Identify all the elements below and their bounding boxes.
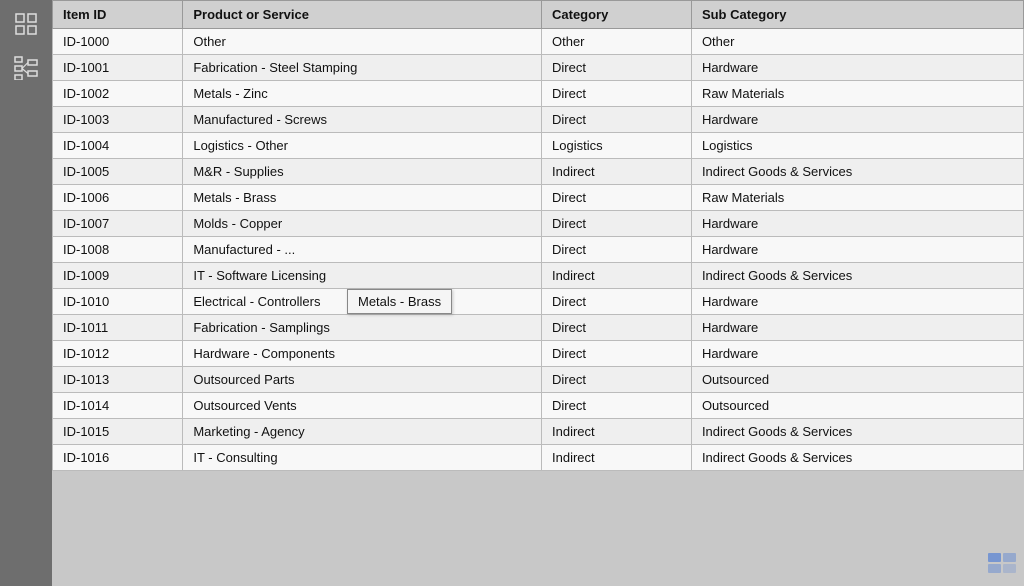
cell-3: Hardware xyxy=(691,341,1023,367)
cell-3: Indirect Goods & Services xyxy=(691,445,1023,471)
cell-0: ID-1007 xyxy=(53,211,183,237)
cell-2: Indirect xyxy=(542,445,692,471)
cell-1: Outsourced Parts xyxy=(183,367,542,393)
cell-3: Hardware xyxy=(691,55,1023,81)
cell-3: Outsourced xyxy=(691,393,1023,419)
cell-2: Direct xyxy=(542,81,692,107)
cell-1: Marketing - Agency xyxy=(183,419,542,445)
cell-0: ID-1013 xyxy=(53,367,183,393)
cell-2: Direct xyxy=(542,341,692,367)
cell-1: Metals - Zinc xyxy=(183,81,542,107)
cell-1: IT - Software Licensing xyxy=(183,263,542,289)
hierarchy-icon[interactable] xyxy=(10,52,42,84)
table-header-row: Item ID Product or Service Category Sub … xyxy=(53,1,1024,29)
table-row[interactable]: ID-1006Metals - BrassDirectRaw Materials xyxy=(53,185,1024,211)
table-row[interactable]: ID-1001Fabrication - Steel StampingDirec… xyxy=(53,55,1024,81)
cell-2: Direct xyxy=(542,289,692,315)
cell-3: Indirect Goods & Services xyxy=(691,419,1023,445)
table-row[interactable]: ID-1015Marketing - AgencyIndirectIndirec… xyxy=(53,419,1024,445)
cell-3: Logistics xyxy=(691,133,1023,159)
data-table: Item ID Product or Service Category Sub … xyxy=(52,0,1024,471)
cell-0: ID-1001 xyxy=(53,55,183,81)
table-row[interactable]: ID-1005M&R - SuppliesIndirectIndirect Go… xyxy=(53,159,1024,185)
cell-0: ID-1009 xyxy=(53,263,183,289)
col-item-id: Item ID xyxy=(53,1,183,29)
table-row[interactable]: ID-1004Logistics - OtherLogisticsLogisti… xyxy=(53,133,1024,159)
cell-2: Direct xyxy=(542,55,692,81)
cell-3: Outsourced xyxy=(691,367,1023,393)
cell-1: Metals - Brass xyxy=(183,185,542,211)
table-row[interactable]: ID-1009IT - Software LicensingIndirectIn… xyxy=(53,263,1024,289)
cell-1: Hardware - Components xyxy=(183,341,542,367)
cell-3: Hardware xyxy=(691,315,1023,341)
cell-0: ID-1015 xyxy=(53,419,183,445)
cell-0: ID-1010 xyxy=(53,289,183,315)
cell-1: Outsourced Vents xyxy=(183,393,542,419)
cell-3: Raw Materials xyxy=(691,81,1023,107)
table-row[interactable]: ID-1013Outsourced PartsDirectOutsourced xyxy=(53,367,1024,393)
cell-3: Hardware xyxy=(691,107,1023,133)
cell-0: ID-1004 xyxy=(53,133,183,159)
cell-3: Hardware xyxy=(691,289,1023,315)
cell-3: Other xyxy=(691,29,1023,55)
cell-0: ID-1008 xyxy=(53,237,183,263)
cell-2: Direct xyxy=(542,107,692,133)
table-row[interactable]: ID-1002Metals - ZincDirectRaw Materials xyxy=(53,81,1024,107)
grid-icon[interactable] xyxy=(10,8,42,40)
cell-1: Logistics - Other xyxy=(183,133,542,159)
cell-0: ID-1003 xyxy=(53,107,183,133)
cell-2: Indirect xyxy=(542,159,692,185)
cell-1: M&R - Supplies xyxy=(183,159,542,185)
cell-2: Direct xyxy=(542,315,692,341)
table-row[interactable]: ID-1008Manufactured - ...DirectHardware xyxy=(53,237,1024,263)
table-row[interactable]: ID-1012Hardware - ComponentsDirectHardwa… xyxy=(53,341,1024,367)
cell-1: Fabrication - Steel Stamping xyxy=(183,55,542,81)
table-container: Item ID Product or Service Category Sub … xyxy=(52,0,1024,586)
cell-1: Electrical - Controllers xyxy=(183,289,542,315)
col-subcategory: Sub Category xyxy=(691,1,1023,29)
cell-3: Indirect Goods & Services xyxy=(691,263,1023,289)
cell-1: IT - Consulting xyxy=(183,445,542,471)
cell-0: ID-1000 xyxy=(53,29,183,55)
cell-0: ID-1012 xyxy=(53,341,183,367)
cell-0: ID-1011 xyxy=(53,315,183,341)
table-row[interactable]: ID-1003Manufactured - ScrewsDirectHardwa… xyxy=(53,107,1024,133)
main-content: Item ID Product or Service Category Sub … xyxy=(52,0,1024,586)
cell-3: Hardware xyxy=(691,211,1023,237)
cell-1: Molds - Copper xyxy=(183,211,542,237)
cell-2: Indirect xyxy=(542,419,692,445)
cell-0: ID-1014 xyxy=(53,393,183,419)
cell-0: ID-1005 xyxy=(53,159,183,185)
cell-1: Other xyxy=(183,29,542,55)
cell-2: Direct xyxy=(542,393,692,419)
cell-2: Direct xyxy=(542,211,692,237)
bottom-right-icon xyxy=(988,553,1016,578)
cell-1: Manufactured - ... xyxy=(183,237,542,263)
cell-2: Direct xyxy=(542,237,692,263)
cell-3: Hardware xyxy=(691,237,1023,263)
col-category: Category xyxy=(542,1,692,29)
cell-3: Raw Materials xyxy=(691,185,1023,211)
cell-0: ID-1002 xyxy=(53,81,183,107)
cell-2: Other xyxy=(542,29,692,55)
cell-2: Indirect xyxy=(542,263,692,289)
table-row[interactable]: ID-1007Molds - CopperDirectHardware xyxy=(53,211,1024,237)
cell-1: Manufactured - Screws xyxy=(183,107,542,133)
table-row[interactable]: ID-1010Electrical - ControllersDirectHar… xyxy=(53,289,1024,315)
cell-2: Logistics xyxy=(542,133,692,159)
col-product: Product or Service xyxy=(183,1,542,29)
sidebar xyxy=(0,0,52,586)
cell-3: Indirect Goods & Services xyxy=(691,159,1023,185)
table-row[interactable]: ID-1000OtherOtherOther xyxy=(53,29,1024,55)
cell-0: ID-1016 xyxy=(53,445,183,471)
cell-2: Direct xyxy=(542,367,692,393)
table-row[interactable]: ID-1016IT - ConsultingIndirectIndirect G… xyxy=(53,445,1024,471)
table-row[interactable]: ID-1014Outsourced VentsDirectOutsourced xyxy=(53,393,1024,419)
cell-1: Fabrication - Samplings xyxy=(183,315,542,341)
cell-2: Direct xyxy=(542,185,692,211)
cell-0: ID-1006 xyxy=(53,185,183,211)
table-row[interactable]: ID-1011Fabrication - SamplingsDirectHard… xyxy=(53,315,1024,341)
